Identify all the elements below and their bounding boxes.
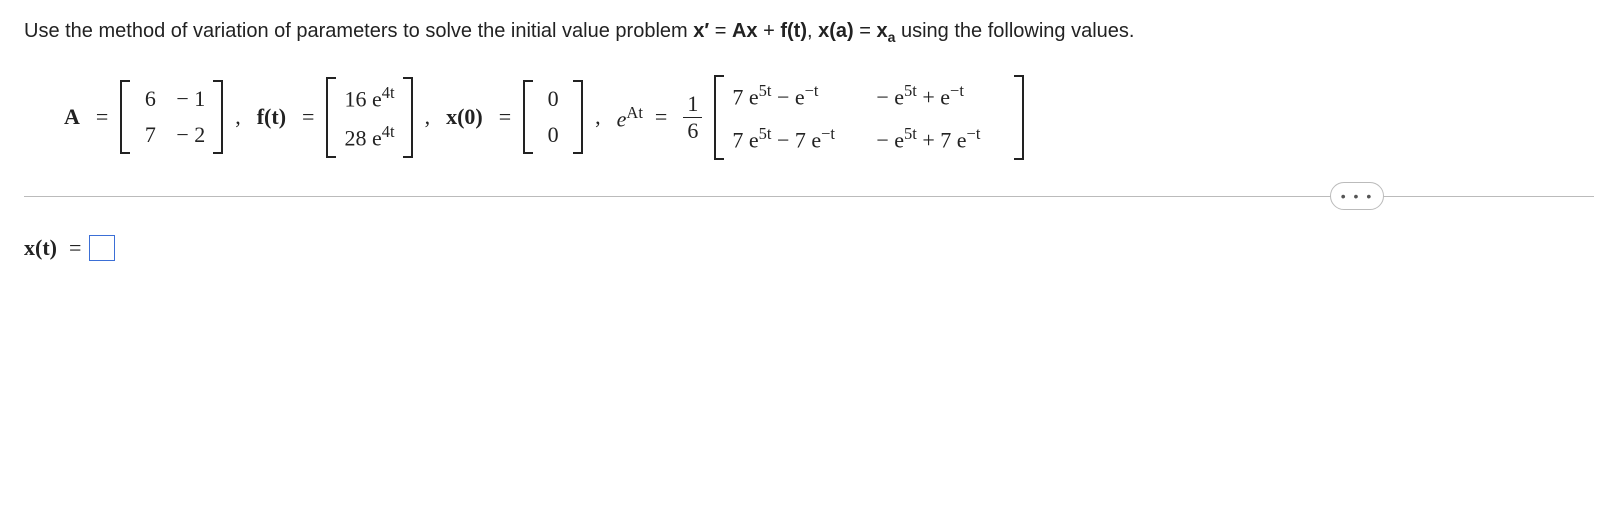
answer-line: x(t) = [24,235,1594,261]
fraction-1-6: 1 6 [683,91,702,144]
eq1-lhs: x′ [693,20,709,42]
problem-statement: Use the method of variation of parameter… [24,20,1594,45]
matrix-A: 6− 1 7− 2 [120,80,223,154]
answer-input[interactable] [89,235,115,261]
matrix-ft: 16 e4t 28 e4t [326,77,412,158]
eq1-ft: f(t) [780,20,807,42]
label-eAt: eAt [617,103,643,132]
label-A: A [64,104,80,130]
matrix-x0: 0 0 [523,80,583,154]
given-values: A = 6− 1 7− 2 , f(t) = 16 e4t 28 e4t , x… [64,75,1594,160]
problem-text-after: using the following values. [895,20,1134,42]
divider-row: • • • [24,196,1594,197]
eq2-rhs: x [876,20,887,42]
problem-text-before: Use the method of variation of parameter… [24,20,693,42]
answer-lhs: x(t) [24,235,57,261]
eq2-lhs: x(a) [818,20,854,42]
label-x0: x(0) [446,104,483,130]
matrix-eAt: 7 e5t − e−t − e5t + e−t 7 e5t − 7 e−t − … [714,75,1024,160]
more-button[interactable]: • • • [1330,182,1384,210]
eq1-ax: Ax [732,20,758,42]
label-ft: f(t) [257,104,286,130]
